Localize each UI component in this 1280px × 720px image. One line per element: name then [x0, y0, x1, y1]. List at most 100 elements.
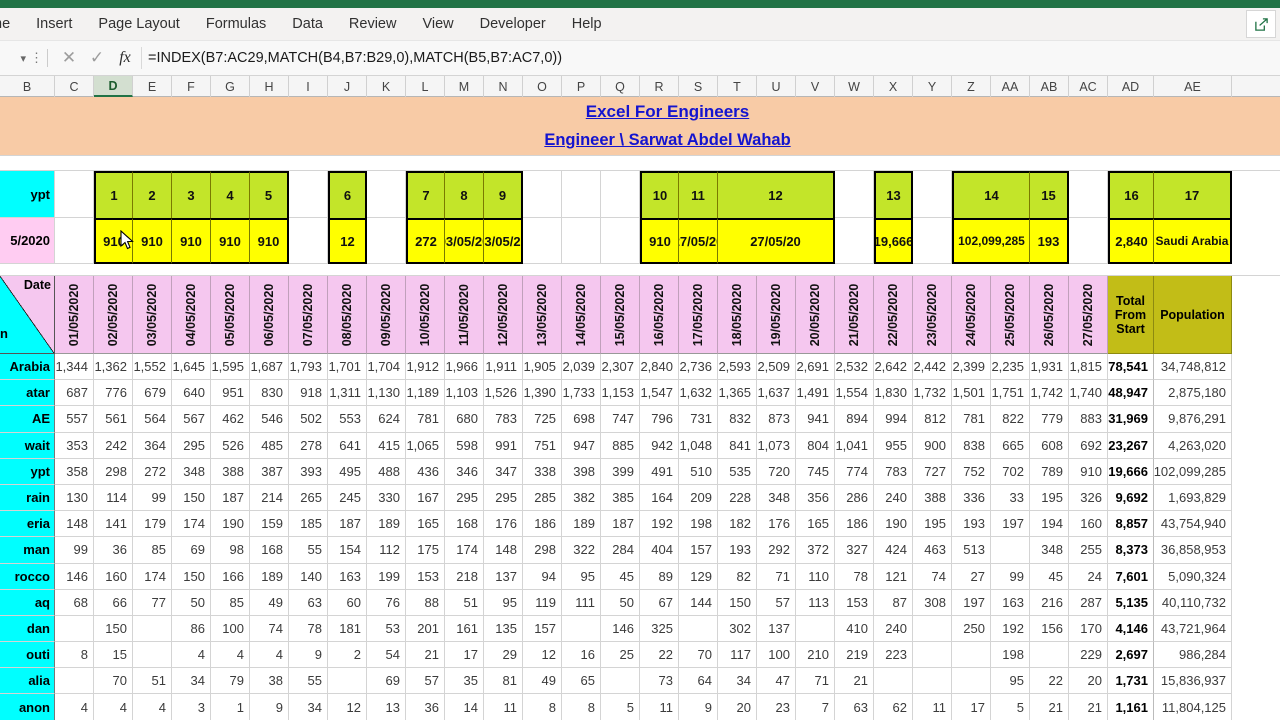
population-cell[interactable]: 11,804,125: [1154, 694, 1232, 720]
data-cell[interactable]: [55, 615, 94, 643]
population-cell[interactable]: 1,693,829: [1154, 484, 1232, 512]
data-cell[interactable]: 36: [94, 537, 133, 564]
data-cell[interactable]: 1,130: [367, 380, 406, 407]
data-cell[interactable]: 285: [523, 484, 562, 512]
name-box[interactable]: ▾: [0, 46, 30, 70]
data-cell[interactable]: 137: [484, 563, 523, 590]
data-cell[interactable]: 20: [1069, 668, 1108, 695]
data-cell[interactable]: 77: [133, 589, 172, 616]
data-cell[interactable]: 2,442: [913, 354, 952, 381]
data-cell[interactable]: 186: [835, 511, 874, 538]
data-cell[interactable]: 1,491: [796, 380, 835, 407]
data-cell[interactable]: 130: [55, 484, 94, 512]
data-cell[interactable]: 567: [172, 406, 211, 433]
ribbon-tab-formulas[interactable]: Formulas: [193, 8, 279, 41]
data-cell[interactable]: 94: [523, 563, 562, 590]
data-cell[interactable]: 720: [757, 458, 796, 485]
data-cell[interactable]: 302: [718, 615, 757, 643]
total-cell[interactable]: 9,692: [1108, 484, 1154, 512]
column-header-m[interactable]: M: [445, 76, 484, 97]
data-cell[interactable]: 60: [328, 589, 367, 616]
data-cell[interactable]: [133, 615, 172, 643]
column-header-v[interactable]: V: [796, 76, 835, 97]
data-cell[interactable]: 295: [445, 484, 484, 512]
data-cell[interactable]: 5: [991, 694, 1030, 720]
data-cell[interactable]: 153: [835, 589, 874, 616]
lookup-value-box-12[interactable]: 27/05/20: [718, 218, 835, 264]
data-cell[interactable]: 76: [367, 589, 406, 616]
data-cell[interactable]: 745: [796, 458, 835, 485]
data-cell[interactable]: 99: [991, 563, 1030, 590]
data-cell[interactable]: 186: [523, 511, 562, 538]
data-cell[interactable]: 214: [250, 484, 289, 512]
data-cell[interactable]: 95: [991, 668, 1030, 695]
data-cell[interactable]: 535: [718, 458, 757, 485]
column-header-y[interactable]: Y: [913, 76, 952, 97]
data-cell[interactable]: 1,552: [133, 354, 172, 381]
data-cell[interactable]: 841: [718, 432, 757, 459]
data-cell[interactable]: 111: [562, 589, 601, 616]
data-cell[interactable]: 100: [757, 642, 796, 669]
data-cell[interactable]: 804: [796, 432, 835, 459]
data-cell[interactable]: 74: [250, 615, 289, 643]
data-cell[interactable]: 9: [289, 642, 328, 669]
lookup-value-box-2[interactable]: 910: [133, 218, 172, 264]
data-cell[interactable]: 73: [640, 668, 679, 695]
data-cell[interactable]: 193: [952, 511, 991, 538]
data-cell[interactable]: 1,751: [991, 380, 1030, 407]
data-cell[interactable]: 240: [874, 484, 913, 512]
data-cell[interactable]: 70: [94, 668, 133, 695]
data-cell[interactable]: 34: [289, 694, 328, 720]
enter-icon[interactable]: ✓: [83, 48, 111, 68]
data-cell[interactable]: 3: [172, 694, 211, 720]
data-cell[interactable]: 8: [523, 694, 562, 720]
data-cell[interactable]: 11: [913, 694, 952, 720]
column-header-g[interactable]: G: [211, 76, 250, 97]
data-cell[interactable]: 272: [133, 458, 172, 485]
data-cell[interactable]: 63: [835, 694, 874, 720]
data-cell[interactable]: 900: [913, 432, 952, 459]
data-cell[interactable]: [796, 615, 835, 643]
data-cell[interactable]: 564: [133, 406, 172, 433]
data-cell[interactable]: 85: [133, 537, 172, 564]
insert-function-icon[interactable]: fx: [111, 49, 139, 67]
data-cell[interactable]: 502: [289, 406, 328, 433]
population-cell[interactable]: 986,284: [1154, 642, 1232, 669]
data-cell[interactable]: 5: [601, 694, 640, 720]
population-cell[interactable]: 5,090,324: [1154, 563, 1232, 590]
data-cell[interactable]: 11: [484, 694, 523, 720]
data-cell[interactable]: 216: [1030, 589, 1069, 616]
data-cell[interactable]: 88: [406, 589, 445, 616]
data-cell[interactable]: 942: [640, 432, 679, 459]
data-cell[interactable]: 148: [484, 537, 523, 564]
population-cell[interactable]: 4,263,020: [1154, 432, 1232, 459]
data-cell[interactable]: 510: [679, 458, 718, 485]
data-cell[interactable]: 150: [718, 589, 757, 616]
data-cell[interactable]: 160: [94, 563, 133, 590]
data-cell[interactable]: 98: [211, 537, 250, 564]
data-cell[interactable]: 21: [1069, 694, 1108, 720]
data-cell[interactable]: [913, 642, 952, 669]
data-cell[interactable]: 242: [94, 432, 133, 459]
lookup-value-box-4[interactable]: 910: [211, 218, 250, 264]
data-cell[interactable]: 364: [133, 432, 172, 459]
data-cell[interactable]: 725: [523, 406, 562, 433]
data-cell[interactable]: 308: [913, 589, 952, 616]
data-cell[interactable]: 561: [94, 406, 133, 433]
data-cell[interactable]: 129: [679, 563, 718, 590]
data-cell[interactable]: 50: [601, 589, 640, 616]
data-cell[interactable]: 781: [952, 406, 991, 433]
share-icon[interactable]: [1246, 10, 1276, 38]
data-cell[interactable]: 23: [757, 694, 796, 720]
data-cell[interactable]: 209: [679, 484, 718, 512]
data-cell[interactable]: [991, 537, 1030, 564]
data-cell[interactable]: 1,365: [718, 380, 757, 407]
total-cell[interactable]: 8,857: [1108, 511, 1154, 538]
data-cell[interactable]: 137: [757, 615, 796, 643]
ribbon-tab-insert[interactable]: Insert: [23, 8, 85, 41]
column-header-h[interactable]: H: [250, 76, 289, 97]
lookup-value-box-16[interactable]: 2,840: [1108, 218, 1154, 264]
data-cell[interactable]: 346: [445, 458, 484, 485]
data-cell[interactable]: 146: [601, 615, 640, 643]
data-cell[interactable]: 286: [835, 484, 874, 512]
